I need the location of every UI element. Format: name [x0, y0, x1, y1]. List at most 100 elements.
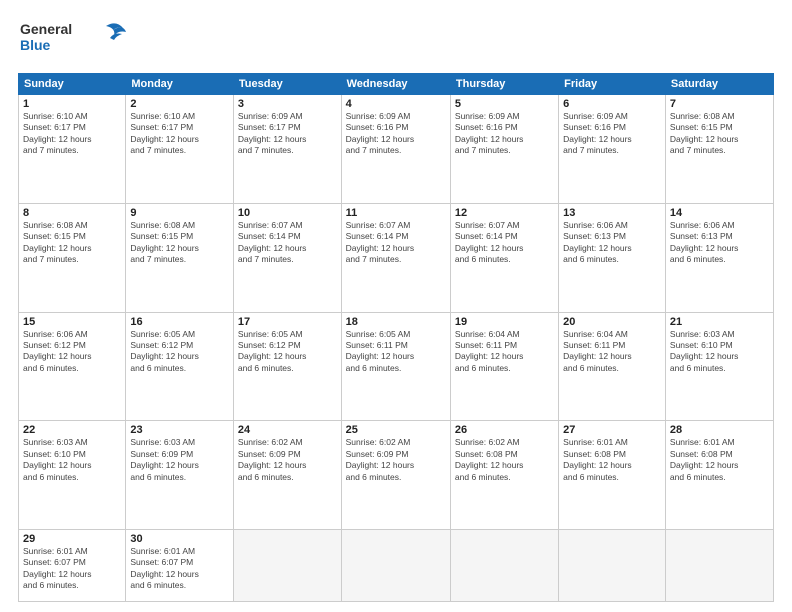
weekday-header-friday: Friday [559, 74, 666, 95]
calendar-week-4: 22Sunrise: 6:03 AMSunset: 6:10 PMDayligh… [19, 421, 774, 530]
calendar-cell [341, 530, 450, 602]
day-number: 14 [670, 207, 769, 219]
day-info: Sunrise: 6:06 AMSunset: 6:13 PMDaylight:… [670, 220, 769, 266]
day-number: 20 [563, 316, 661, 328]
day-info: Sunrise: 6:01 AMSunset: 6:08 PMDaylight:… [670, 437, 769, 483]
calendar-cell: 13Sunrise: 6:06 AMSunset: 6:13 PMDayligh… [559, 203, 666, 312]
day-number: 2 [130, 98, 229, 110]
calendar-cell: 1Sunrise: 6:10 AMSunset: 6:17 PMDaylight… [19, 95, 126, 204]
calendar-cell [559, 530, 666, 602]
calendar-cell: 15Sunrise: 6:06 AMSunset: 6:12 PMDayligh… [19, 312, 126, 421]
day-number: 11 [346, 207, 446, 219]
svg-text:General: General [20, 21, 72, 37]
calendar-cell: 30Sunrise: 6:01 AMSunset: 6:07 PMDayligh… [126, 530, 234, 602]
calendar-table: SundayMondayTuesdayWednesdayThursdayFrid… [18, 73, 774, 602]
logo-text: General Blue [18, 18, 128, 65]
calendar-cell: 10Sunrise: 6:07 AMSunset: 6:14 PMDayligh… [233, 203, 341, 312]
day-info: Sunrise: 6:05 AMSunset: 6:12 PMDaylight:… [238, 329, 337, 375]
day-info: Sunrise: 6:08 AMSunset: 6:15 PMDaylight:… [23, 220, 121, 266]
calendar-cell: 28Sunrise: 6:01 AMSunset: 6:08 PMDayligh… [665, 421, 773, 530]
weekday-header-tuesday: Tuesday [233, 74, 341, 95]
weekday-header-thursday: Thursday [450, 74, 558, 95]
weekday-header-wednesday: Wednesday [341, 74, 450, 95]
day-number: 8 [23, 207, 121, 219]
calendar-cell: 21Sunrise: 6:03 AMSunset: 6:10 PMDayligh… [665, 312, 773, 421]
header: General Blue [18, 18, 774, 65]
day-info: Sunrise: 6:09 AMSunset: 6:16 PMDaylight:… [563, 111, 661, 157]
day-number: 6 [563, 98, 661, 110]
day-info: Sunrise: 6:03 AMSunset: 6:10 PMDaylight:… [670, 329, 769, 375]
day-info: Sunrise: 6:08 AMSunset: 6:15 PMDaylight:… [670, 111, 769, 157]
page: General Blue SundayMondayTuesdayWednesda… [0, 0, 792, 612]
day-number: 26 [455, 424, 554, 436]
day-number: 16 [130, 316, 229, 328]
day-info: Sunrise: 6:08 AMSunset: 6:15 PMDaylight:… [130, 220, 229, 266]
calendar-cell [450, 530, 558, 602]
day-number: 29 [23, 533, 121, 545]
calendar-cell: 20Sunrise: 6:04 AMSunset: 6:11 PMDayligh… [559, 312, 666, 421]
day-number: 21 [670, 316, 769, 328]
day-info: Sunrise: 6:04 AMSunset: 6:11 PMDaylight:… [455, 329, 554, 375]
day-info: Sunrise: 6:02 AMSunset: 6:09 PMDaylight:… [238, 437, 337, 483]
day-number: 1 [23, 98, 121, 110]
day-number: 19 [455, 316, 554, 328]
calendar-cell: 11Sunrise: 6:07 AMSunset: 6:14 PMDayligh… [341, 203, 450, 312]
day-info: Sunrise: 6:03 AMSunset: 6:10 PMDaylight:… [23, 437, 121, 483]
calendar-cell: 29Sunrise: 6:01 AMSunset: 6:07 PMDayligh… [19, 530, 126, 602]
calendar-cell [233, 530, 341, 602]
day-info: Sunrise: 6:04 AMSunset: 6:11 PMDaylight:… [563, 329, 661, 375]
calendar-cell: 5Sunrise: 6:09 AMSunset: 6:16 PMDaylight… [450, 95, 558, 204]
day-number: 23 [130, 424, 229, 436]
calendar-week-5: 29Sunrise: 6:01 AMSunset: 6:07 PMDayligh… [19, 530, 774, 602]
day-number: 18 [346, 316, 446, 328]
day-info: Sunrise: 6:07 AMSunset: 6:14 PMDaylight:… [455, 220, 554, 266]
calendar-cell: 17Sunrise: 6:05 AMSunset: 6:12 PMDayligh… [233, 312, 341, 421]
calendar-cell: 27Sunrise: 6:01 AMSunset: 6:08 PMDayligh… [559, 421, 666, 530]
calendar-week-2: 8Sunrise: 6:08 AMSunset: 6:15 PMDaylight… [19, 203, 774, 312]
day-number: 7 [670, 98, 769, 110]
calendar-cell: 24Sunrise: 6:02 AMSunset: 6:09 PMDayligh… [233, 421, 341, 530]
day-info: Sunrise: 6:06 AMSunset: 6:13 PMDaylight:… [563, 220, 661, 266]
weekday-header-sunday: Sunday [19, 74, 126, 95]
calendar-cell: 22Sunrise: 6:03 AMSunset: 6:10 PMDayligh… [19, 421, 126, 530]
day-number: 13 [563, 207, 661, 219]
calendar-cell: 9Sunrise: 6:08 AMSunset: 6:15 PMDaylight… [126, 203, 234, 312]
day-info: Sunrise: 6:01 AMSunset: 6:07 PMDaylight:… [130, 546, 229, 592]
day-info: Sunrise: 6:02 AMSunset: 6:09 PMDaylight:… [346, 437, 446, 483]
day-info: Sunrise: 6:05 AMSunset: 6:12 PMDaylight:… [130, 329, 229, 375]
day-info: Sunrise: 6:03 AMSunset: 6:09 PMDaylight:… [130, 437, 229, 483]
weekday-header-saturday: Saturday [665, 74, 773, 95]
day-number: 12 [455, 207, 554, 219]
weekday-header-monday: Monday [126, 74, 234, 95]
calendar-cell: 18Sunrise: 6:05 AMSunset: 6:11 PMDayligh… [341, 312, 450, 421]
day-number: 30 [130, 533, 229, 545]
day-info: Sunrise: 6:05 AMSunset: 6:11 PMDaylight:… [346, 329, 446, 375]
calendar-cell: 7Sunrise: 6:08 AMSunset: 6:15 PMDaylight… [665, 95, 773, 204]
day-number: 28 [670, 424, 769, 436]
calendar-cell: 14Sunrise: 6:06 AMSunset: 6:13 PMDayligh… [665, 203, 773, 312]
day-info: Sunrise: 6:09 AMSunset: 6:16 PMDaylight:… [455, 111, 554, 157]
day-number: 17 [238, 316, 337, 328]
day-info: Sunrise: 6:02 AMSunset: 6:08 PMDaylight:… [455, 437, 554, 483]
day-info: Sunrise: 6:06 AMSunset: 6:12 PMDaylight:… [23, 329, 121, 375]
day-info: Sunrise: 6:10 AMSunset: 6:17 PMDaylight:… [130, 111, 229, 157]
calendar-week-1: 1 Sunrise: 6:10 AMSunset: 6:17 PMDaylight… [19, 95, 774, 204]
calendar-header-row: SundayMondayTuesdayWednesdayThursdayFrid… [19, 74, 774, 95]
calendar-week-3: 15Sunrise: 6:06 AMSunset: 6:12 PMDayligh… [19, 312, 774, 421]
calendar-cell: 23Sunrise: 6:03 AMSunset: 6:09 PMDayligh… [126, 421, 234, 530]
calendar-cell: 12Sunrise: 6:07 AMSunset: 6:14 PMDayligh… [450, 203, 558, 312]
day-info: Sunrise: 6:01 AMSunset: 6:07 PMDaylight:… [23, 546, 121, 592]
day-number: 22 [23, 424, 121, 436]
day-number: 3 [238, 98, 337, 110]
calendar-cell: 3Sunrise: 6:09 AMSunset: 6:17 PMDaylight… [233, 95, 341, 204]
calendar-cell: 8Sunrise: 6:08 AMSunset: 6:15 PMDaylight… [19, 203, 126, 312]
day-number: 15 [23, 316, 121, 328]
svg-text:Blue: Blue [20, 37, 51, 53]
day-number: 25 [346, 424, 446, 436]
calendar-cell: 4Sunrise: 6:09 AMSunset: 6:16 PMDaylight… [341, 95, 450, 204]
day-number: 27 [563, 424, 661, 436]
calendar-cell: 25Sunrise: 6:02 AMSunset: 6:09 PMDayligh… [341, 421, 450, 530]
day-info: Sunrise: 6:01 AMSunset: 6:08 PMDaylight:… [563, 437, 661, 483]
calendar-cell: 16Sunrise: 6:05 AMSunset: 6:12 PMDayligh… [126, 312, 234, 421]
calendar-cell [665, 530, 773, 602]
